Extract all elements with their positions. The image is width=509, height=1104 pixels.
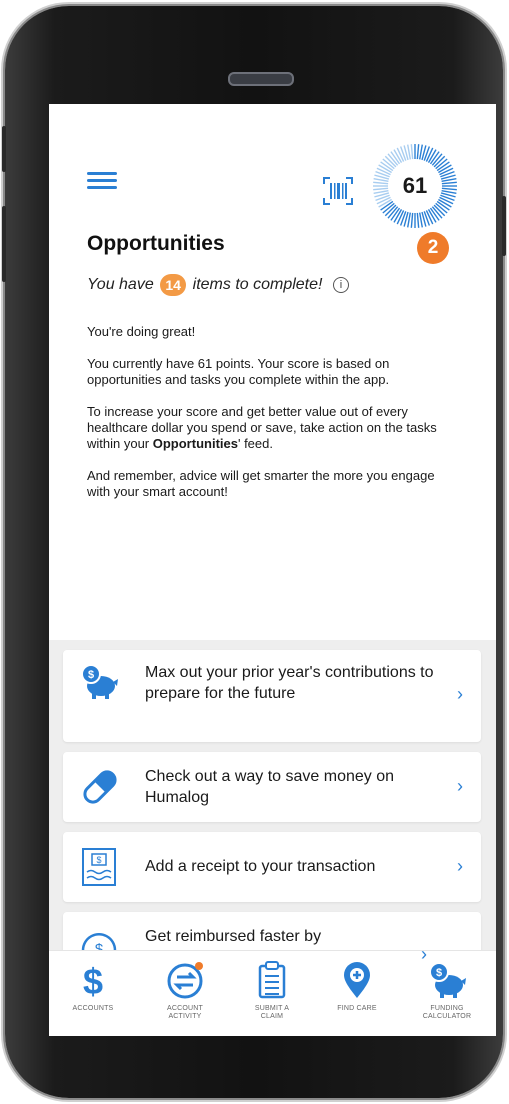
- opportunity-card[interactable]: $ Max out your prior year's contribution…: [63, 650, 481, 742]
- card-text: Get reimbursed faster by: [145, 928, 322, 945]
- items-summary: You have 14 items to complete! i: [87, 274, 349, 296]
- pill-icon: [79, 766, 121, 813]
- account-activity-icon: [145, 959, 225, 1001]
- location-pin-icon: [317, 959, 397, 1001]
- items-summary-suffix: items to complete!: [192, 276, 323, 294]
- card-text: Max out your prior year's contributions …: [145, 664, 434, 702]
- svg-text:$: $: [96, 855, 101, 865]
- chevron-right-icon: ›: [457, 856, 463, 876]
- card-text: Add a receipt to your transaction: [145, 858, 376, 875]
- tab-submit-claim[interactable]: SUBMIT A CLAIM: [232, 959, 312, 1021]
- tab-label: FIND CARE: [337, 1005, 377, 1012]
- svg-text:$: $: [83, 961, 103, 999]
- score-dial[interactable]: 61: [371, 142, 459, 230]
- bottom-tab-bar: $ ACCOUNTS ACCOUNT ACTIVITY SUBMIT A CLA…: [49, 950, 496, 1036]
- paragraph: And remember, advice will get smarter th…: [87, 468, 435, 499]
- side-button: [2, 126, 6, 172]
- items-summary-prefix: You have: [87, 276, 154, 294]
- receipt-icon: $: [79, 846, 119, 893]
- opportunities-feed: $ Max out your prior year's contribution…: [49, 640, 496, 972]
- tab-label: FUNDING CALCULATOR: [422, 1005, 472, 1020]
- hamburger-menu-icon[interactable]: [87, 172, 117, 190]
- info-icon[interactable]: i: [332, 277, 349, 293]
- side-button: [2, 206, 6, 282]
- svg-text:$: $: [88, 669, 94, 681]
- score-notification-badge: 2: [417, 232, 449, 264]
- svg-text:$: $: [436, 967, 442, 979]
- chevron-right-icon: ›: [457, 684, 463, 704]
- chevron-right-icon[interactable]: ›: [421, 944, 427, 965]
- tab-funding-calculator[interactable]: $ FUNDING CALCULATOR: [407, 959, 487, 1021]
- clipboard-icon: [232, 959, 312, 1001]
- paragraph-text: ' feed.: [237, 436, 273, 451]
- score-value: 61: [402, 173, 428, 198]
- tab-label: ACCOUNTS: [72, 1005, 114, 1012]
- side-button: [502, 196, 506, 256]
- page-title: Opportunities: [87, 232, 225, 255]
- tab-account-activity[interactable]: ACCOUNT ACTIVITY: [145, 959, 225, 1021]
- tab-label: SUBMIT A CLAIM: [254, 1005, 290, 1020]
- tab-find-care[interactable]: FIND CARE: [317, 959, 397, 1013]
- card-text: Check out a way to save money on Humalog: [145, 768, 395, 806]
- items-count-badge: 14: [160, 274, 187, 296]
- dollar-icon: $: [53, 959, 133, 1001]
- piggy-bank-icon: $: [79, 662, 119, 707]
- chevron-right-icon: ›: [457, 776, 463, 796]
- paragraph: To increase your score and get better va…: [87, 404, 459, 452]
- opportunity-card[interactable]: $ Add a receipt to your transaction ›: [63, 832, 481, 902]
- phone-speaker: [228, 72, 294, 86]
- opportunity-card[interactable]: Check out a way to save money on Humalog…: [63, 752, 481, 822]
- score-explanation: You're doing great! You currently have 6…: [87, 324, 459, 516]
- paragraph: You're doing great!: [87, 324, 196, 339]
- tab-label: ACCOUNT ACTIVITY: [166, 1005, 203, 1020]
- paragraph: You currently have 61 points. Your score…: [87, 356, 390, 387]
- opportunities-emphasis: Opportunities: [152, 436, 238, 451]
- phone-frame: 61 2 Opportunities You have 14 items to …: [2, 6, 506, 1098]
- piggy-bank-icon: $: [407, 959, 487, 1001]
- barcode-scan-icon[interactable]: [321, 174, 355, 208]
- app-screen: 61 2 Opportunities You have 14 items to …: [49, 104, 496, 1036]
- tab-accounts[interactable]: $ ACCOUNTS: [53, 959, 133, 1013]
